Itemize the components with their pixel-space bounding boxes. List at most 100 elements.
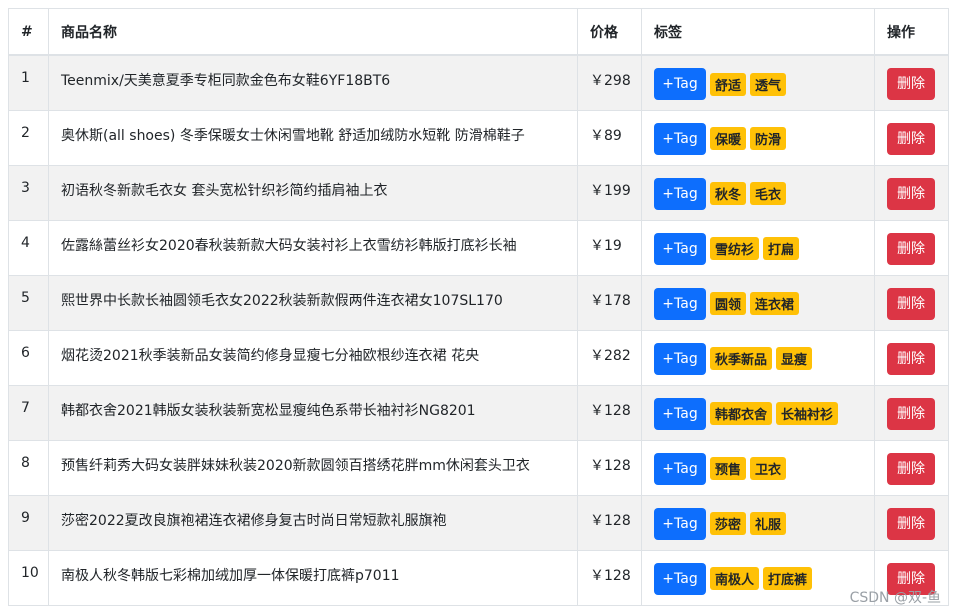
add-tag-button[interactable]: +Tag — [654, 287, 706, 320]
tag-badge: 防滑 — [750, 127, 787, 150]
table-body: 1 Teenmix/天美意夏季专柜同款金色布女鞋6YF18BT6 ￥298 +T… — [8, 54, 949, 606]
action-cell: 删除 — [874, 494, 949, 551]
tag-badge: 保暖 — [710, 127, 747, 150]
header-name: 商品名称 — [48, 8, 578, 56]
table-row: 3 初语秋冬新款毛衣女 套头宽松针织衫简约插肩袖上衣 ￥199 +Tag 秋冬 毛衣… — [8, 164, 949, 221]
action-cell: 删除 — [874, 109, 949, 166]
row-index: 5 — [8, 274, 49, 331]
delete-button[interactable]: 删除 — [887, 68, 935, 100]
table-row: 4 佐露絲蕾丝衫女2020春秋装新款大码女装衬衫上衣雪纺衫韩版打底衫长袖 ￥19… — [8, 219, 949, 276]
tag-cell: +Tag 秋季新品 显瘦 — [641, 329, 875, 386]
product-name: 佐露絲蕾丝衫女2020春秋装新款大码女装衬衫上衣雪纺衫韩版打底衫长袖 — [48, 219, 578, 276]
header-actions: 操作 — [874, 8, 949, 56]
product-name: 熙世界中长款长袖圆领毛衣女2022秋装新款假两件连衣裙女107SL170 — [48, 274, 578, 331]
table-row: 1 Teenmix/天美意夏季专柜同款金色布女鞋6YF18BT6 ￥298 +T… — [8, 54, 949, 111]
tag-badge: 显瘦 — [776, 347, 813, 370]
tag-cell: +Tag 预售 卫衣 — [641, 439, 875, 496]
row-index: 6 — [8, 329, 49, 386]
product-name: 烟花烫2021秋季装新品女装简约修身显瘦七分袖欧根纱连衣裙 花央 — [48, 329, 578, 386]
table-row: 6 烟花烫2021秋季装新品女装简约修身显瘦七分袖欧根纱连衣裙 花央 ￥282 … — [8, 329, 949, 386]
product-price: ￥298 — [577, 54, 642, 111]
tag-badge: 秋季新品 — [710, 347, 773, 370]
add-tag-button[interactable]: +Tag — [654, 507, 706, 540]
add-tag-button[interactable]: +Tag — [654, 122, 706, 155]
product-price: ￥178 — [577, 274, 642, 331]
add-tag-button[interactable]: +Tag — [654, 232, 706, 265]
tag-badge: 莎密 — [710, 512, 747, 535]
tag-badge: 打扁 — [763, 237, 800, 260]
table-row: 9 莎密2022夏改良旗袍裙连衣裙修身复古时尚日常短款礼服旗袍 ￥128 +Ta… — [8, 494, 949, 551]
tag-badge: 秋冬 — [710, 182, 747, 205]
row-index: 8 — [8, 439, 49, 496]
table-row: 8 预售纤莉秀大码女装胖妹妹秋装2020新款圆领百搭绣花胖mm休闲套头卫衣 ￥1… — [8, 439, 949, 496]
product-price: ￥89 — [577, 109, 642, 166]
action-cell: 删除 — [874, 219, 949, 276]
table-row: 2 奥休斯(all shoes) 冬季保暖女士休闲雪地靴 舒适加绒防水短靴 防滑… — [8, 109, 949, 166]
tag-cell: +Tag 保暖 防滑 — [641, 109, 875, 166]
action-cell: 删除 — [874, 329, 949, 386]
row-index: 10 — [8, 549, 49, 606]
tag-badge: 雪纺衫 — [710, 237, 760, 260]
product-price: ￥282 — [577, 329, 642, 386]
tag-badge: 毛衣 — [750, 182, 787, 205]
product-price: ￥199 — [577, 164, 642, 221]
add-tag-button[interactable]: +Tag — [654, 177, 706, 210]
tag-badge: 圆领 — [710, 292, 747, 315]
tag-badge: 卫衣 — [750, 457, 787, 480]
tag-cell: +Tag 韩都衣舍 长袖衬衫 — [641, 384, 875, 441]
product-name: 莎密2022夏改良旗袍裙连衣裙修身复古时尚日常短款礼服旗袍 — [48, 494, 578, 551]
tag-badge: 礼服 — [750, 512, 787, 535]
product-price: ￥19 — [577, 219, 642, 276]
watermark-text: CSDN @双-鱼 — [849, 590, 941, 606]
delete-button[interactable]: 删除 — [887, 452, 935, 485]
tag-cell: +Tag 莎密 礼服 — [641, 494, 875, 551]
action-cell: 删除 — [874, 54, 949, 111]
tag-cell: +Tag 舒适 透气 — [641, 54, 875, 111]
product-name: 韩都衣舍2021韩版女装秋装新宽松显瘦纯色系带长袖衬衫NG8201 — [48, 384, 578, 441]
add-tag-button[interactable]: +Tag — [654, 342, 706, 375]
header-tags: 标签 — [641, 8, 875, 56]
delete-button[interactable]: 删除 — [887, 507, 935, 540]
delete-button[interactable]: 删除 — [887, 232, 935, 265]
header-index: # — [8, 8, 49, 56]
product-name: 预售纤莉秀大码女装胖妹妹秋装2020新款圆领百搭绣花胖mm休闲套头卫衣 — [48, 439, 578, 496]
delete-button[interactable]: 删除 — [887, 287, 935, 320]
tag-badge: 打底裤 — [763, 567, 813, 590]
product-price: ￥128 — [577, 439, 642, 496]
product-name: Teenmix/天美意夏季专柜同款金色布女鞋6YF18BT6 — [48, 54, 578, 111]
add-tag-button[interactable]: +Tag — [654, 452, 706, 485]
product-name: 南极人秋冬韩版七彩棉加绒加厚一体保暖打底裤p7011 — [48, 549, 578, 606]
add-tag-button[interactable]: +Tag — [654, 397, 706, 430]
tag-badge: 舒适 — [710, 72, 747, 96]
add-tag-button[interactable]: +Tag — [654, 68, 706, 100]
row-index: 2 — [8, 109, 49, 166]
action-cell: 删除 — [874, 439, 949, 496]
row-index: 1 — [8, 54, 49, 111]
row-index: 7 — [8, 384, 49, 441]
tag-cell: +Tag 南极人 打底裤 — [641, 549, 875, 606]
tag-cell: +Tag 秋冬 毛衣 — [641, 164, 875, 221]
delete-button[interactable]: 删除 — [887, 177, 935, 210]
delete-button[interactable]: 删除 — [887, 122, 935, 155]
action-cell: 删除 — [874, 274, 949, 331]
action-cell: 删除 — [874, 384, 949, 441]
tag-badge: 长袖衬衫 — [776, 402, 839, 425]
tag-badge: 预售 — [710, 457, 747, 480]
delete-button[interactable]: 删除 — [887, 397, 935, 430]
delete-button[interactable]: 删除 — [887, 342, 935, 375]
product-price: ￥128 — [577, 549, 642, 606]
table-row: 10 南极人秋冬韩版七彩棉加绒加厚一体保暖打底裤p7011 ￥128 +Tag 南… — [8, 549, 949, 606]
tag-badge: 南极人 — [710, 567, 760, 590]
tag-badge: 连衣裙 — [750, 292, 800, 315]
add-tag-button[interactable]: +Tag — [654, 562, 706, 595]
product-name: 奥休斯(all shoes) 冬季保暖女士休闲雪地靴 舒适加绒防水短靴 防滑棉鞋… — [48, 109, 578, 166]
action-cell: 删除 — [874, 164, 949, 221]
product-name: 初语秋冬新款毛衣女 套头宽松针织衫简约插肩袖上衣 — [48, 164, 578, 221]
tag-badge: 透气 — [750, 72, 787, 96]
tag-cell: +Tag 雪纺衫 打扁 — [641, 219, 875, 276]
table-row: 7 韩都衣舍2021韩版女装秋装新宽松显瘦纯色系带长袖衬衫NG8201 ￥128… — [8, 384, 949, 441]
table-header-row: # 商品名称 价格 标签 操作 — [8, 8, 949, 56]
product-price: ￥128 — [577, 384, 642, 441]
row-index: 3 — [8, 164, 49, 221]
tag-badge: 韩都衣舍 — [710, 402, 773, 425]
